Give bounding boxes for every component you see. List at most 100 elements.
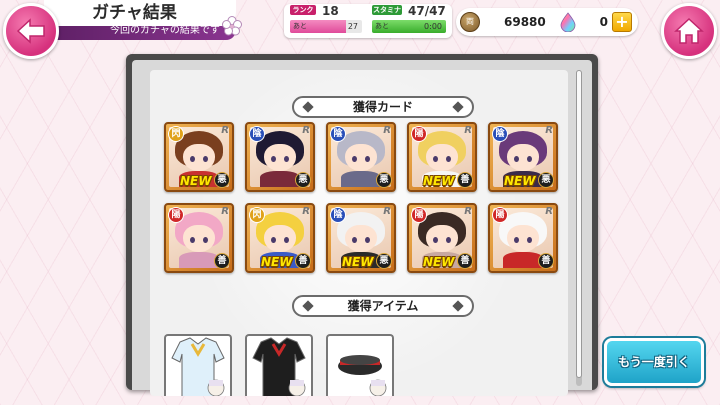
card-rarity: R <box>464 125 472 136</box>
portrait-face <box>264 143 296 172</box>
card-alignment-badge: 善 <box>457 253 473 269</box>
new-card-tag: NEW <box>423 174 455 188</box>
card-attribute-badge: 陽 <box>168 207 184 223</box>
card-attribute-badge: 閃 <box>168 126 184 142</box>
card-attribute-badge: 陽 <box>492 207 508 223</box>
page-title: ガチャ結果 <box>44 0 236 26</box>
back-arrow-icon <box>16 18 45 44</box>
sailor-uniform-icon <box>171 337 225 396</box>
new-card-tag: NEW <box>342 255 374 269</box>
top-bar: 今回のガチャの結果です ガチャ結果 ランク 18 あと 27 スタミナ 47/4… <box>0 0 720 59</box>
stamina-progress-bar: あと 0:00 <box>372 20 446 33</box>
diamond-ornament-icon <box>452 300 464 312</box>
card-alignment-badge: 善 <box>214 253 230 269</box>
diamond-ornament-icon <box>452 101 464 113</box>
card-alignment-badge: 善 <box>295 253 311 269</box>
player-status-panel: ランク 18 あと 27 スタミナ 47/47 あと 0:00 <box>284 4 452 38</box>
stamina-timer-prefix: あと <box>375 22 389 30</box>
card-attribute-badge: 陽 <box>411 207 427 223</box>
item-black-jacket[interactable] <box>245 334 313 396</box>
result-scroll-area[interactable]: 獲得カード 閃 R 悪 NEW 陰 R 悪陰 R 悪陽 R 善 NEW 陰 R 悪 NEW 陽 R 善閃 R 善 NEW 陰… <box>150 70 568 396</box>
new-card-tag: NEW <box>504 174 536 188</box>
item-hat[interactable] <box>326 334 394 396</box>
card-rarity: R <box>221 125 229 136</box>
stamina-label: スタミナ <box>372 5 402 15</box>
rank-next-prefix: あと <box>293 22 307 30</box>
stamina-timer: 0:00 <box>424 22 442 31</box>
card-attribute-badge: 陰 <box>330 207 346 223</box>
gem-value: 0 <box>599 15 608 29</box>
add-gems-button[interactable]: + <box>612 12 632 32</box>
portrait-face <box>507 143 539 172</box>
card-rarity: R <box>545 206 553 217</box>
card-rarity: R <box>545 125 553 136</box>
diamond-ornament-icon <box>302 101 314 113</box>
rank-label: ランク <box>290 5 316 15</box>
scrollbar-thumb[interactable] <box>576 70 582 378</box>
back-button[interactable] <box>3 3 59 59</box>
portrait-face <box>345 143 377 172</box>
rank-value: 18 <box>322 4 339 18</box>
stamina-value: 47/47 <box>408 4 446 18</box>
card-alignment-badge: 悪 <box>376 172 392 188</box>
rank-next-value: 27 <box>347 22 358 31</box>
new-card-tag: NEW <box>180 174 212 188</box>
gacha-card[interactable]: 陰 R 悪 <box>245 122 315 192</box>
items-section-header: 獲得アイテム <box>292 295 474 317</box>
black-jacket-icon <box>252 337 306 396</box>
gem-icon <box>560 12 576 32</box>
item-sailor-uniform[interactable] <box>164 334 232 396</box>
panel-inner: 獲得カード 閃 R 悪 NEW 陰 R 悪陰 R 悪陽 R 善 NEW 陰 R 悪 NEW 陽 R 善閃 R 善 NEW 陰… <box>132 60 592 396</box>
gacha-card[interactable]: 陰 R 悪 NEW <box>488 122 558 192</box>
gacha-card[interactable]: 陽 R 善 <box>164 203 234 273</box>
portrait-face <box>264 224 296 253</box>
portrait-face <box>183 224 215 253</box>
hat-icon <box>338 355 387 396</box>
card-alignment-badge: 悪 <box>376 253 392 269</box>
card-rarity: R <box>302 206 310 217</box>
portrait-face <box>426 143 458 172</box>
portrait-face <box>183 143 215 172</box>
flower-ornament-icon <box>222 16 242 36</box>
gacha-card[interactable]: 陽 R 善 NEW <box>407 203 477 273</box>
new-card-tag: NEW <box>423 255 455 269</box>
portrait-face <box>507 224 539 253</box>
card-alignment-badge: 悪 <box>538 172 554 188</box>
gacha-card[interactable]: 陽 R 善 NEW <box>407 122 477 192</box>
coin-value: 69880 <box>504 15 546 29</box>
gacha-card[interactable]: 陰 R 悪 NEW <box>326 203 396 273</box>
cards-section-title: 獲得カード <box>352 100 413 114</box>
card-alignment-badge: 善 <box>538 253 554 269</box>
gacha-card[interactable]: 閃 R 善 NEW <box>245 203 315 273</box>
card-attribute-badge: 閃 <box>249 207 265 223</box>
gacha-result-panel: 獲得カード 閃 R 悪 NEW 陰 R 悪陰 R 悪陽 R 善 NEW 陰 R 悪 NEW 陽 R 善閃 R 善 NEW 陰… <box>126 54 598 396</box>
cards-section-header: 獲得カード <box>292 96 474 118</box>
card-attribute-badge: 陰 <box>249 126 265 142</box>
portrait-face <box>426 224 458 253</box>
card-attribute-badge: 陽 <box>411 126 427 142</box>
home-button[interactable] <box>661 3 717 59</box>
card-rarity: R <box>464 206 472 217</box>
gacha-card[interactable]: 閃 R 悪 NEW <box>164 122 234 192</box>
card-rarity: R <box>302 125 310 136</box>
portrait-face <box>345 224 377 253</box>
items-section-title: 獲得アイテム <box>347 299 419 313</box>
card-rarity: R <box>383 125 391 136</box>
currency-panel: 両 69880 0 + <box>456 8 638 36</box>
card-rarity: R <box>383 206 391 217</box>
scrollbar[interactable] <box>576 70 582 386</box>
draw-again-button[interactable]: もう一度引く <box>604 338 704 386</box>
card-rarity: R <box>221 206 229 217</box>
card-alignment-badge: 善 <box>457 172 473 188</box>
card-alignment-badge: 悪 <box>295 172 311 188</box>
gacha-card[interactable]: 陰 R 悪 <box>326 122 396 192</box>
new-card-tag: NEW <box>261 255 293 269</box>
gacha-card[interactable]: 陽 R 善 <box>488 203 558 273</box>
card-attribute-badge: 陰 <box>330 126 346 142</box>
coin-icon: 両 <box>460 12 480 32</box>
card-attribute-badge: 陰 <box>492 126 508 142</box>
rank-progress-bar: あと 27 <box>290 20 362 33</box>
card-alignment-badge: 悪 <box>214 172 230 188</box>
diamond-ornament-icon <box>302 300 314 312</box>
home-icon <box>674 17 704 44</box>
